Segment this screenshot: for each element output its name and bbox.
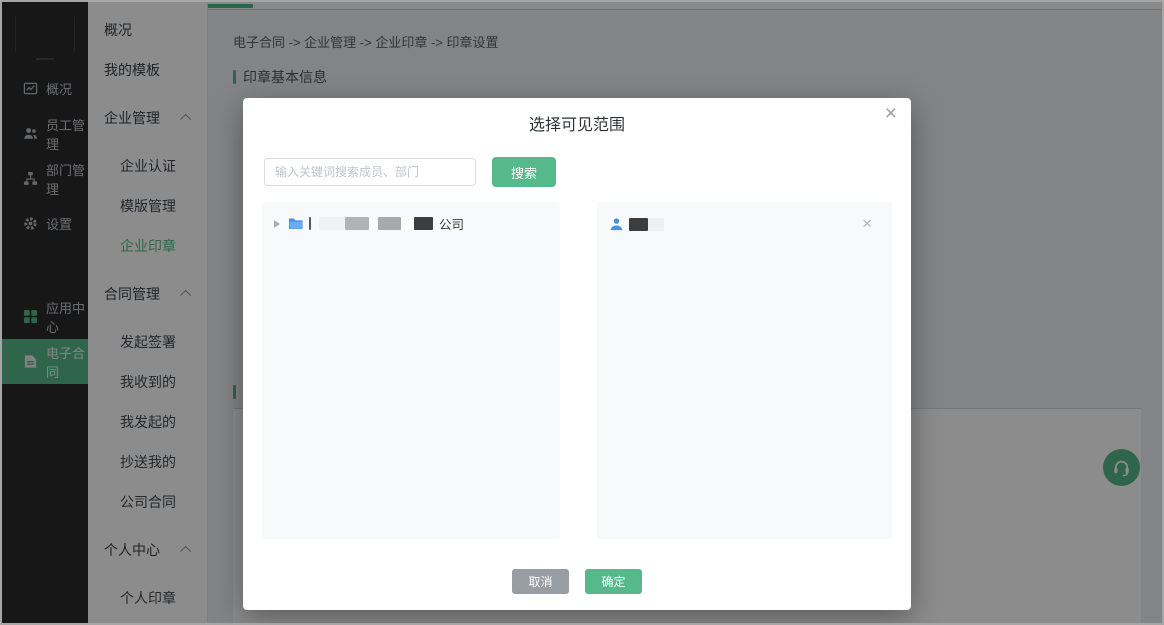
dialog-footer: 取消 确定 — [243, 569, 911, 594]
org-tree-panel: 公司 — [262, 202, 560, 539]
selected-members-panel: × — [597, 202, 892, 539]
person-icon — [609, 217, 624, 232]
redacted-text — [311, 217, 319, 230]
redacted-text — [369, 217, 378, 230]
selected-member-row[interactable]: × — [597, 202, 892, 246]
close-icon[interactable]: × — [885, 101, 897, 126]
company-name-suffix: 公司 — [439, 214, 464, 233]
selected-redaction — [629, 218, 664, 231]
search-row: 搜索 — [264, 157, 556, 187]
redacted-text — [629, 218, 648, 231]
cancel-button[interactable]: 取消 — [512, 569, 569, 594]
org-redaction — [309, 217, 433, 230]
confirm-button[interactable]: 确定 — [585, 569, 642, 594]
search-input[interactable] — [264, 158, 476, 186]
redacted-text — [319, 217, 345, 230]
redacted-text — [345, 217, 369, 230]
redacted-text — [378, 217, 401, 230]
folder-icon — [287, 216, 304, 231]
tree-expander-icon[interactable] — [274, 220, 280, 228]
redacted-text — [648, 218, 664, 231]
redacted-text — [401, 217, 414, 230]
select-visible-range-dialog: 选择可见范围 × 搜索 公司 — [243, 98, 911, 610]
dialog-title: 选择可见范围 — [243, 98, 911, 135]
org-tree-root-row[interactable]: 公司 — [262, 202, 560, 245]
search-button[interactable]: 搜索 — [492, 157, 556, 187]
app-window: 概况员工管理部门管理设置应用中心电子合同 概况我的模板企业管理企业认证模版管理企… — [0, 0, 1164, 625]
remove-member-icon[interactable]: × — [862, 214, 880, 234]
redacted-text — [414, 217, 433, 230]
